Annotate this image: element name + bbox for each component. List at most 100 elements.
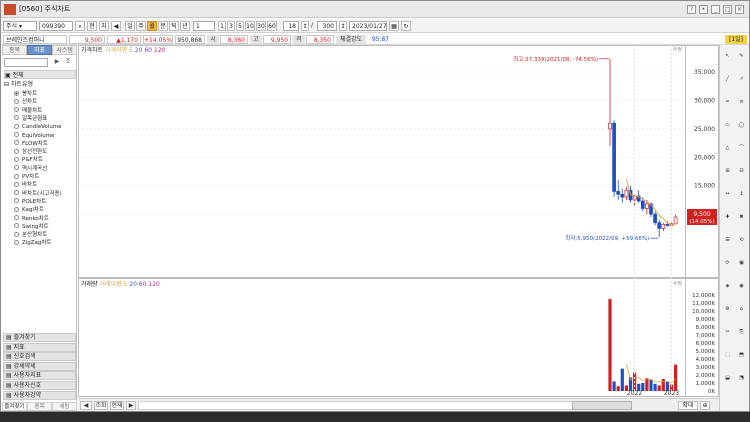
interval-60[interactable]: 60 (267, 21, 277, 31)
minimize-icon[interactable]: _ (711, 5, 720, 14)
drawing-tool-icon[interactable]: ⚙ (722, 304, 733, 315)
chart-type-item[interactable]: EquiVolume (14, 132, 76, 140)
tab-settings[interactable]: 세팅 (52, 402, 77, 411)
drawing-tool-icon[interactable]: ✂ (722, 327, 733, 338)
pin-icon[interactable]: • (699, 5, 708, 14)
chart-type-item[interactable]: 분산형차트 (14, 231, 76, 239)
group-chart-type[interactable]: ⊟ 차트유형 (4, 80, 76, 89)
radio-icon[interactable] (14, 90, 19, 96)
drawing-tool-icon[interactable]: ◯ (736, 120, 747, 131)
tab-system[interactable]: 시스템 (52, 45, 77, 55)
query-icon[interactable]: ↻ (401, 21, 411, 31)
chart-type-item[interactable]: ZigZag차트 (14, 239, 76, 247)
horizontal-scroll[interactable]: ◀ 조회 현재 ▶ 확대 ⊕ (78, 398, 719, 411)
help-icon[interactable]: ? (687, 5, 696, 14)
chart-type-item[interactable]: PV차트 (14, 173, 76, 181)
chart-type-item[interactable]: 역시계곡선 (14, 165, 76, 173)
drawing-tool-icon[interactable]: ▣ (736, 258, 747, 269)
period-week[interactable]: 주 (136, 21, 146, 31)
interval-5[interactable]: 5 (236, 21, 244, 31)
drawing-tool-icon[interactable]: ⬚ (722, 350, 733, 361)
drawing-tool-icon[interactable]: ⌒ (736, 143, 747, 154)
sidebar-section[interactable]: ▤ 신호검색 (3, 352, 76, 362)
search-button[interactable]: 조 (63, 58, 73, 67)
radio-icon[interactable] (14, 115, 19, 121)
drawing-tool-icon[interactable]: ✚ (722, 212, 733, 223)
radio-icon[interactable] (14, 156, 19, 162)
chart-type-item[interactable]: Kagi차트 (14, 206, 76, 214)
interval-3[interactable]: 3 (227, 21, 235, 31)
search-icon[interactable]: ⌕ (75, 21, 85, 31)
compare-button[interactable]: 차 (99, 21, 109, 31)
maximize-icon[interactable]: □ (723, 5, 732, 14)
chart-type-item[interactable]: 일목균형표 (14, 115, 76, 123)
radio-icon[interactable] (14, 206, 19, 212)
tab-favorites[interactable]: 즐겨찾기 (2, 402, 27, 411)
radio-icon[interactable] (14, 123, 19, 129)
chart-type-item[interactable]: Renko차트 (14, 215, 76, 223)
period-day[interactable]: 일 (125, 21, 135, 31)
drawing-tool-icon[interactable]: △ (722, 143, 733, 154)
drawing-tool-icon[interactable]: ⌂ (736, 304, 747, 315)
radio-icon[interactable] (14, 239, 19, 245)
sidebar-section[interactable]: ▤ 사용자신호 (3, 381, 76, 390)
drawing-tool-icon[interactable]: ≡ (736, 97, 747, 108)
search-prev-button[interactable]: ▶ (52, 58, 62, 67)
zoom-icon[interactable]: ⊕ (700, 401, 710, 410)
calendar-icon[interactable]: ▦ (389, 21, 399, 31)
radio-icon[interactable] (14, 165, 19, 171)
interval-30[interactable]: 30 (256, 21, 266, 31)
chart-area[interactable]: 35,00030,00025,00020,00015,00010,00012,0… (78, 45, 719, 398)
query-button[interactable]: 조회 (94, 401, 108, 410)
chart-type-item[interactable]: 바차트 (14, 181, 76, 189)
scroll-thumb[interactable] (572, 401, 632, 410)
drawing-tool-icon[interactable]: ◉ (736, 281, 747, 292)
indicator-search-input[interactable] (4, 58, 48, 67)
drawing-tool-icon[interactable]: ✎ (736, 51, 747, 62)
count-input[interactable]: 18 (283, 21, 299, 31)
radio-icon[interactable] (14, 215, 19, 220)
radio-icon[interactable] (14, 132, 19, 137)
drawing-tool-icon[interactable]: ⟳ (722, 258, 733, 269)
chart-type-item[interactable]: POLE차트 (14, 198, 76, 206)
drawing-tool-icon[interactable]: ↖ (722, 51, 733, 62)
tab-indicator[interactable]: 지표 (27, 45, 52, 55)
chart-type-item[interactable]: P&F차트 (14, 156, 76, 164)
sidebar-section[interactable]: ▤ 강세약세 (3, 361, 76, 371)
drawing-tool-icon[interactable]: ▭ (722, 120, 733, 131)
interval-10[interactable]: 10 (245, 21, 255, 31)
chart-type-item[interactable]: 봉차트 (14, 90, 76, 98)
current-scroll-button[interactable]: 현재 (110, 401, 124, 410)
drawing-tool-icon[interactable]: ◈ (722, 281, 733, 292)
sidebar-section[interactable]: ▤ 즐겨찾기 (3, 333, 76, 342)
sidebar-section[interactable]: ▤ 사용자강약 (3, 390, 76, 400)
chart-type-item[interactable]: 삼선전환도 (14, 148, 76, 156)
prev-icon[interactable]: ◀ (111, 21, 121, 31)
chart-type-item[interactable]: Swing차트 (14, 223, 76, 231)
scroll-left-icon[interactable]: ◀ (80, 401, 92, 410)
period-minute[interactable]: 분 (158, 21, 168, 31)
radio-icon[interactable] (14, 140, 19, 146)
radio-icon[interactable] (14, 181, 19, 187)
drawing-tool-icon[interactable]: ╱ (722, 74, 733, 85)
drawing-tool-icon[interactable]: ⊟ (736, 166, 747, 177)
chart-type-item[interactable]: FLOW차트 (14, 140, 76, 148)
count-stepper-icon[interactable]: ↕ (301, 21, 309, 31)
chart-type-item[interactable]: 매물차트 (14, 107, 76, 115)
scroll-right-icon[interactable]: ▶ (126, 401, 136, 410)
interval-input[interactable]: 1 (193, 21, 215, 31)
current-button[interactable]: 현 (87, 21, 97, 31)
zoom-button[interactable]: 확대 (678, 401, 698, 410)
radio-icon[interactable] (14, 148, 19, 154)
radio-icon[interactable] (14, 198, 19, 204)
close-icon[interactable]: × (735, 5, 744, 14)
drawing-tool-icon[interactable]: ⎘ (736, 327, 747, 338)
chart-type-item[interactable]: 바차트(시고저종) (14, 190, 76, 198)
radio-icon[interactable] (14, 223, 19, 229)
date-input[interactable]: 2023/01/27 (349, 21, 387, 31)
drawing-tool-icon[interactable]: ⊞ (722, 166, 733, 177)
drawing-tool-icon[interactable]: ═ (722, 97, 733, 108)
radio-icon[interactable] (14, 173, 19, 179)
drawing-tool-icon[interactable]: ↕ (736, 189, 747, 200)
drawing-tool-icon[interactable]: ↗ (736, 74, 747, 85)
